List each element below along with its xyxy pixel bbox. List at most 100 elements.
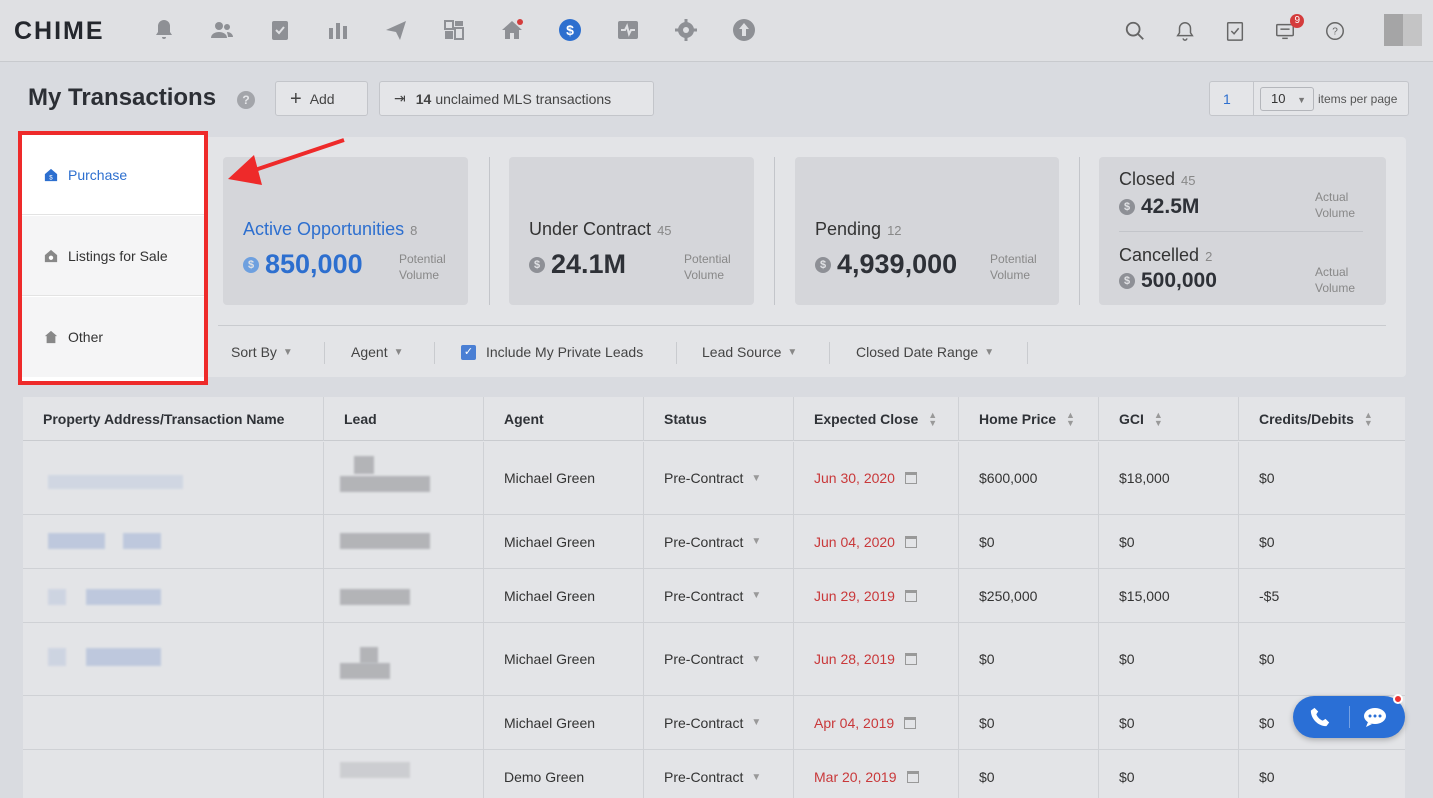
- svg-text:$: $: [566, 22, 574, 38]
- column-header-expected-close[interactable]: Expected Close ▲ ▼: [793, 397, 958, 441]
- chevron-down-icon: ▼: [751, 771, 762, 783]
- alert-dollar-icon[interactable]: [150, 16, 178, 44]
- table-row[interactable]: Michael Green Pre-Contract ▼ Jun 30, 2020…: [23, 442, 1405, 515]
- agent-cell: Michael Green: [483, 442, 643, 514]
- table-row[interactable]: Michael Green Pre-Contract ▼ Apr 04, 2019…: [23, 696, 1405, 750]
- agent-dropdown[interactable]: Agent ▼: [351, 344, 404, 360]
- home-icon[interactable]: [498, 16, 526, 44]
- send-icon[interactable]: [382, 16, 410, 44]
- activity-monitor-icon[interactable]: [614, 16, 642, 44]
- current-page[interactable]: 1: [1223, 91, 1231, 107]
- property-cell[interactable]: [23, 750, 323, 798]
- dashboard-grid-icon[interactable]: [440, 16, 468, 44]
- column-header-property[interactable]: Property Address/Transaction Name: [23, 397, 323, 441]
- chevron-down-icon: ▼: [984, 346, 995, 358]
- listing-house-icon: [44, 249, 58, 262]
- column-header-status[interactable]: Status: [643, 397, 793, 441]
- credits-cell: -$5: [1238, 569, 1405, 622]
- status-dropdown[interactable]: Pre-Contract ▼: [643, 750, 793, 798]
- gci-cell: $0: [1098, 623, 1238, 695]
- menu-item-listings-for-sale[interactable]: Listings for Sale: [22, 216, 204, 296]
- expected-close-cell[interactable]: Apr 04, 2019: [793, 696, 958, 749]
- expected-close-cell[interactable]: Jun 29, 2019: [793, 569, 958, 622]
- status-dropdown[interactable]: Pre-Contract ▼: [643, 696, 793, 749]
- expected-close-cell[interactable]: Jun 28, 2019: [793, 623, 958, 695]
- property-cell[interactable]: [23, 696, 323, 749]
- status-dropdown[interactable]: Pre-Contract ▼: [643, 515, 793, 568]
- column-header-credits-debits[interactable]: Credits/Debits ▲ ▼: [1238, 397, 1405, 441]
- settings-gear-icon[interactable]: [672, 16, 700, 44]
- property-cell[interactable]: [23, 515, 323, 568]
- top-nav-bar: CHIME $ 9 ?: [0, 0, 1433, 62]
- under-contract-stat[interactable]: Under Contract 45 $ 24.1M Potential Volum…: [509, 157, 754, 305]
- status-dropdown[interactable]: Pre-Contract ▼: [643, 623, 793, 695]
- lead-cell[interactable]: [323, 750, 483, 798]
- column-header-lead[interactable]: Lead: [323, 397, 483, 441]
- chevron-down-icon: ▼: [282, 346, 293, 358]
- expected-close-cell[interactable]: Mar 20, 2019: [793, 750, 958, 798]
- people-icon[interactable]: [208, 16, 236, 44]
- table-row[interactable]: Demo Green Pre-Contract ▼ Mar 20, 2019 $0…: [23, 750, 1405, 798]
- home-price-cell: $0: [958, 696, 1098, 749]
- sort-icon: ▲ ▼: [1066, 410, 1075, 428]
- expected-close-cell[interactable]: Jun 30, 2020: [793, 442, 958, 514]
- column-header-agent[interactable]: Agent: [483, 397, 643, 441]
- lead-cell[interactable]: [323, 442, 483, 514]
- sort-by-dropdown[interactable]: Sort By ▼: [231, 344, 293, 360]
- lead-cell[interactable]: [323, 515, 483, 568]
- pending-stat[interactable]: Pending 12 $ 4,939,000 Potential Volume: [795, 157, 1059, 305]
- private-leads-checkbox[interactable]: ✓ Include My Private Leads: [461, 344, 643, 360]
- user-avatar[interactable]: [1384, 14, 1422, 46]
- help-circle-icon[interactable]: ?: [1322, 18, 1348, 44]
- table-row[interactable]: Michael Green Pre-Contract ▼ Jun 04, 2020…: [23, 515, 1405, 569]
- notification-count-badge: 9: [1290, 14, 1304, 28]
- closed-date-range-dropdown[interactable]: Closed Date Range ▼: [856, 344, 994, 360]
- filter-bar: Sort By ▼ Agent ▼ ✓ Include My Private Lea…: [218, 325, 1386, 377]
- phone-icon[interactable]: [1309, 706, 1331, 728]
- lead-cell[interactable]: [323, 623, 483, 695]
- add-transaction-button[interactable]: + Add: [275, 81, 368, 116]
- bar-chart-icon[interactable]: [324, 16, 352, 44]
- gci-cell: $15,000: [1098, 569, 1238, 622]
- property-cell[interactable]: [23, 569, 323, 622]
- transactions-dollar-icon[interactable]: $: [556, 16, 584, 44]
- lead-cell[interactable]: [323, 569, 483, 622]
- task-clipboard-icon[interactable]: [1222, 18, 1248, 44]
- home-price-cell: $250,000: [958, 569, 1098, 622]
- annotation-arrow: [228, 138, 345, 185]
- home-price-cell: $600,000: [958, 442, 1098, 514]
- redacted-lead: [360, 647, 378, 663]
- search-icon[interactable]: [1122, 18, 1148, 44]
- messages-icon[interactable]: 9: [1272, 14, 1304, 44]
- per-page-select[interactable]: 10 ▼: [1260, 87, 1314, 111]
- status-dropdown[interactable]: Pre-Contract ▼: [643, 442, 793, 514]
- menu-item-purchase[interactable]: $ Purchase: [22, 135, 204, 215]
- menu-item-other[interactable]: Other: [22, 297, 204, 377]
- closed-cancelled-stat[interactable]: Closed 45 $ 42.5M Actual Volume Cancelled…: [1099, 157, 1386, 305]
- lead-source-dropdown[interactable]: Lead Source ▼: [702, 344, 797, 360]
- lead-cell[interactable]: [323, 696, 483, 749]
- sort-icon: ▲ ▼: [1363, 410, 1373, 428]
- redacted-lead: [340, 533, 430, 549]
- property-cell[interactable]: [23, 442, 323, 514]
- chat-icon[interactable]: [1363, 706, 1387, 728]
- unclaimed-mls-button[interactable]: ⇥ 14 unclaimed MLS transactions: [379, 81, 654, 116]
- agent-cell: Michael Green: [483, 696, 643, 749]
- property-cell[interactable]: [23, 623, 323, 695]
- column-header-home-price[interactable]: Home Price ▲ ▼: [958, 397, 1098, 441]
- gci-cell: $0: [1098, 750, 1238, 798]
- transactions-table: Property Address/Transaction Name Lead A…: [23, 397, 1405, 798]
- bell-icon[interactable]: [1172, 18, 1198, 44]
- status-dropdown[interactable]: Pre-Contract ▼: [643, 569, 793, 622]
- table-row[interactable]: Michael Green Pre-Contract ▼ Jun 29, 2019…: [23, 569, 1405, 623]
- dollar-icon: $: [1119, 199, 1135, 215]
- home-price-cell: $0: [958, 515, 1098, 568]
- help-icon[interactable]: ?: [237, 91, 255, 109]
- column-header-gci[interactable]: GCI ▲ ▼: [1098, 397, 1238, 441]
- chime-logo[interactable]: CHIME: [14, 17, 105, 46]
- expected-close-cell[interactable]: Jun 04, 2020: [793, 515, 958, 568]
- calendar-icon: [906, 771, 919, 783]
- clipboard-icon[interactable]: [266, 16, 294, 44]
- upgrade-arrow-icon[interactable]: [730, 16, 758, 44]
- table-row[interactable]: Michael Green Pre-Contract ▼ Jun 28, 2019…: [23, 623, 1405, 696]
